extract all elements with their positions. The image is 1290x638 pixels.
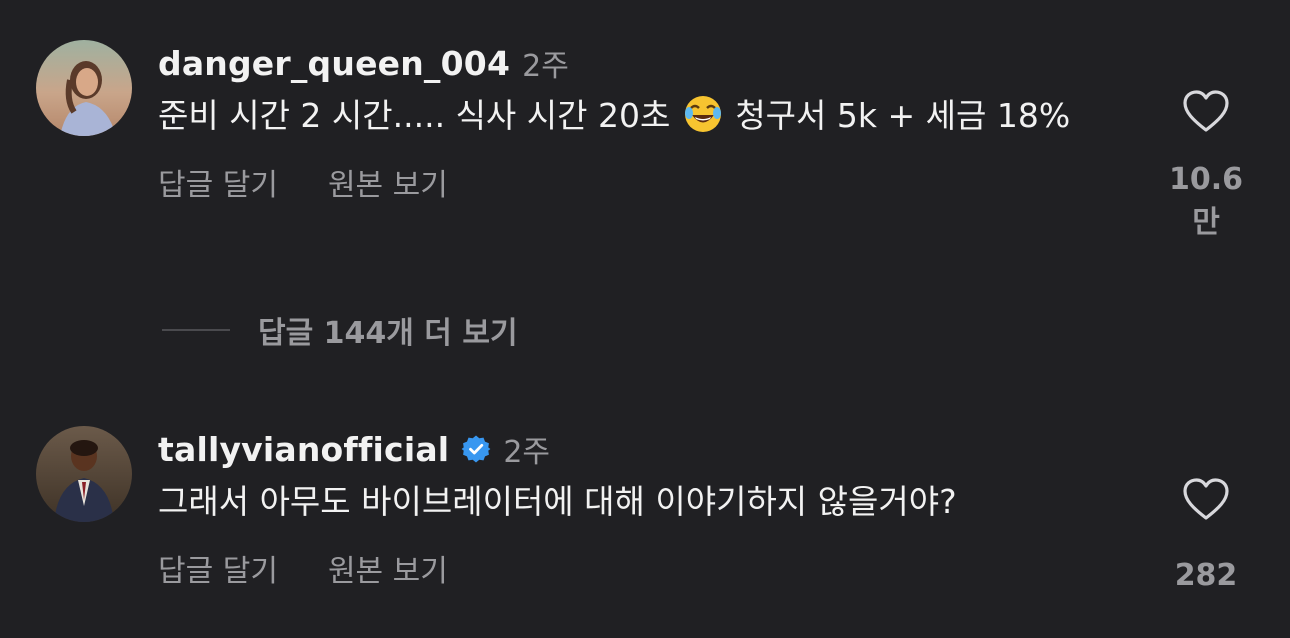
see-original-button[interactable]: 원본 보기: [328, 546, 448, 590]
username[interactable]: tallyvianofficial: [158, 430, 449, 469]
comment-text: 준비 시간 2 시간..... 식사 시간 20초 청구서 5k + 세금 18…: [158, 92, 1108, 140]
like-count: 10.6만: [1168, 162, 1244, 240]
verified-badge-icon: [461, 435, 491, 463]
heart-icon[interactable]: [1181, 476, 1231, 522]
reply-button[interactable]: 답글 달기: [158, 160, 278, 204]
comment-text: 그래서 아무도 바이브레이터에 대해 이야기하지 않을거야?: [158, 482, 957, 521]
like-section: 10.6만: [1158, 88, 1254, 241]
timestamp: 2주: [522, 49, 569, 84]
comment-text-part: 청구서 5k + 세금 18%: [724, 96, 1071, 135]
like-section: 282: [1158, 476, 1254, 593]
divider: [162, 329, 230, 331]
face-with-tears-of-joy-icon: [684, 96, 721, 132]
username[interactable]: danger_queen_004: [158, 44, 510, 83]
avatar[interactable]: [36, 426, 132, 522]
view-more-replies-button[interactable]: 답글 144개 더 보기: [162, 308, 518, 352]
comment-text-part: 준비 시간 2 시간..... 식사 시간 20초: [158, 96, 681, 135]
like-count: 282: [1174, 558, 1238, 593]
view-more-replies-label: 답글 144개 더 보기: [258, 316, 518, 351]
avatar[interactable]: [36, 40, 132, 136]
comments-screen: danger_queen_004 2주 준비 시간 2 시간..... 식사 시…: [0, 0, 1290, 638]
reply-button[interactable]: 답글 달기: [158, 546, 278, 590]
heart-icon[interactable]: [1181, 88, 1231, 134]
see-original-button[interactable]: 원본 보기: [328, 160, 448, 204]
timestamp: 2주: [503, 435, 550, 470]
